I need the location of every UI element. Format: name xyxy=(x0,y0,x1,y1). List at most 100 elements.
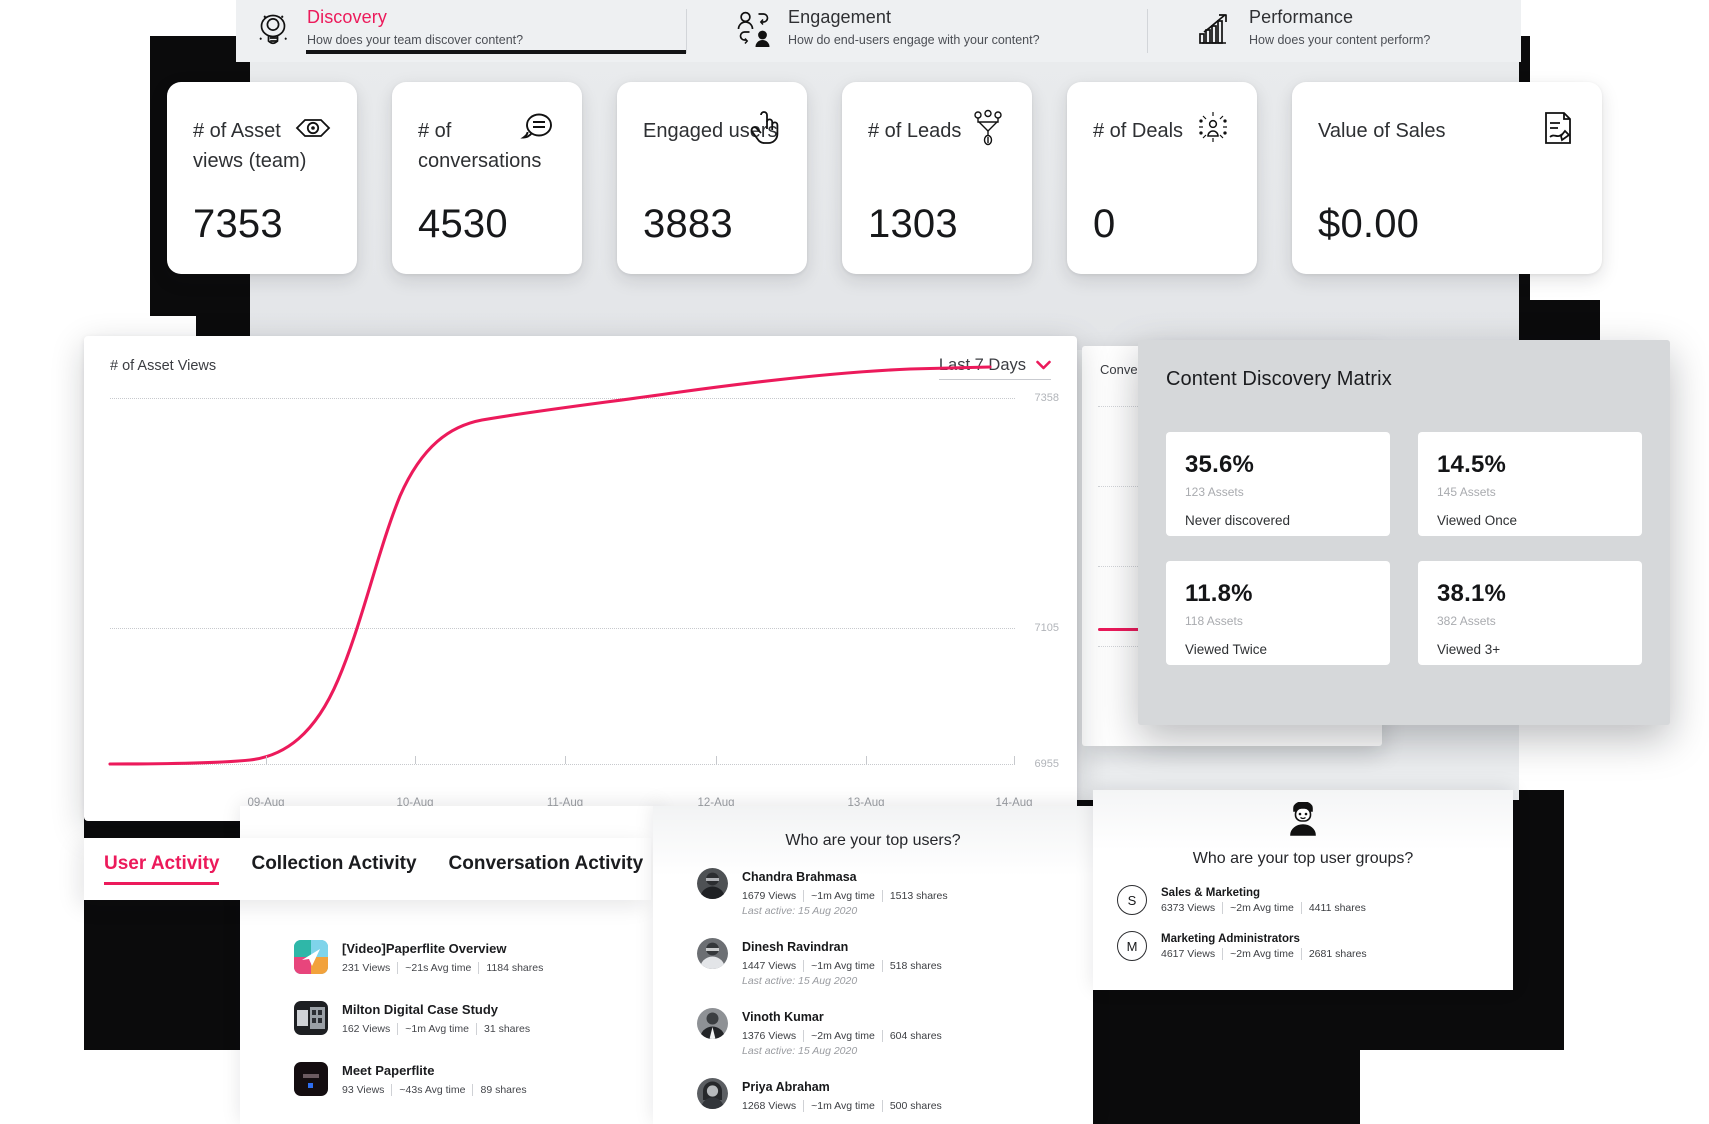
kpi-value: $0.00 xyxy=(1318,202,1420,246)
asset-views: 93 Views xyxy=(342,1084,385,1096)
user-name: Chandra Brahmasa xyxy=(742,870,857,884)
tab-engagement-subtitle: How do end-users engage with your conten… xyxy=(788,33,1040,47)
tab-conversation-activity[interactable]: Conversation Activity xyxy=(449,853,644,885)
asset-meta: 93 Views ~43s Avg time 89 shares xyxy=(342,1084,534,1096)
group-initial-badge: S xyxy=(1117,885,1147,915)
kpi-value: 4530 xyxy=(418,202,508,246)
kpi-card-engaged-users[interactable]: Engaged users 3883 xyxy=(617,82,807,274)
asset-shares: 1184 shares xyxy=(478,962,551,974)
matrix-cell-percent: 14.5% xyxy=(1437,451,1507,478)
content-discovery-matrix-panel: Content Discovery Matrix 35.6% 123 Asset… xyxy=(1138,340,1670,725)
user-avg-time: ~2m Avg time xyxy=(803,1030,882,1042)
user-views: 1268 Views xyxy=(742,1100,797,1112)
user-meta: 1268 Views ~1m Avg time 500 shares xyxy=(742,1100,949,1112)
kpi-card-row: # of Asset views (team) 7353 # of conver… xyxy=(0,82,1709,277)
tabbar-divider-1 xyxy=(686,9,687,53)
asset-activity-list: [Video]Paperflite Overview 231 Views ~21s… xyxy=(294,940,624,1123)
matrix-cell-viewed-3-plus[interactable]: 38.1% 382 Assets Viewed 3+ xyxy=(1418,561,1642,665)
matrix-cell-viewed-once[interactable]: 14.5% 145 Assets Viewed Once xyxy=(1418,432,1642,536)
kpi-card-deals[interactable]: # of Deals 0 xyxy=(1067,82,1257,274)
asset-avg-time: ~43s Avg time xyxy=(391,1084,473,1096)
tab-conversation-activity-label: Conversation Activity xyxy=(448,853,644,874)
user-avg-time: ~1m Avg time xyxy=(803,890,882,902)
avatar xyxy=(697,868,728,899)
matrix-cell-caption: Viewed Once xyxy=(1437,513,1518,528)
document-signed-icon xyxy=(1538,108,1578,148)
matrix-cell-assets: 118 Assets xyxy=(1185,614,1243,628)
tab-engagement[interactable]: Engagement How do end-users engage with … xyxy=(717,0,1147,62)
user-last-active: Last active: 15 Aug 2020 xyxy=(742,905,858,917)
chevron-down-icon xyxy=(1036,357,1051,375)
chart-line-series xyxy=(108,365,992,766)
lightbulb-idea-icon xyxy=(252,8,294,50)
user-avg-time: ~1m Avg time xyxy=(803,960,882,972)
group-name: Marketing Administrators xyxy=(1161,932,1300,945)
chart-ytick-mid: 7105 xyxy=(1034,622,1059,634)
tab-performance[interactable]: Performance How does your content perfor… xyxy=(1178,0,1508,62)
tab-performance-subtitle: How does your content perform? xyxy=(1249,33,1431,47)
user-shares: 1513 shares xyxy=(881,890,955,902)
kpi-card-leads[interactable]: # of Leads 1303 xyxy=(842,82,1032,274)
user-shares: 604 shares xyxy=(881,1030,949,1042)
chart-xtick-mark xyxy=(716,756,717,764)
asset-views-chart-card: # of Asset Views Last 7 Days 7358 7105 6… xyxy=(84,336,1077,821)
tab-discovery-label: Discovery xyxy=(307,7,387,27)
tab-discovery[interactable]: Discovery How does your team discover co… xyxy=(236,0,686,62)
tab-user-activity[interactable]: User Activity xyxy=(104,853,220,885)
asset-meta: 162 Views ~1m Avg time 31 shares xyxy=(342,1023,538,1035)
user-shares: 518 shares xyxy=(881,960,949,972)
user-views: 1376 Views xyxy=(742,1030,797,1042)
list-item[interactable]: Dinesh Ravindran 1447 Views ~1m Avg time 5… xyxy=(697,938,1069,987)
asset-avg-time: ~1m Avg time xyxy=(397,1023,476,1035)
eye-icon xyxy=(293,108,333,148)
asset-name: [Video]Paperflite Overview xyxy=(342,941,507,956)
tab-discovery-active-underline xyxy=(306,50,686,54)
matrix-cell-assets: 145 Assets xyxy=(1437,485,1496,499)
chart-xtick-mark xyxy=(415,756,416,764)
matrix-cell-viewed-twice[interactable]: 11.8% 118 Assets Viewed Twice xyxy=(1166,561,1390,665)
kpi-value: 1303 xyxy=(868,202,958,246)
chart-xtick-mark xyxy=(565,756,566,764)
kpi-card-conversations[interactable]: # of conversations 4530 xyxy=(392,82,582,274)
top-users-card: Who are your top users? Chandra Brahmasa… xyxy=(653,806,1093,1124)
user-views: 1679 Views xyxy=(742,890,797,902)
kpi-value: 3883 xyxy=(643,202,733,246)
list-item[interactable]: Priya Abraham 1268 Views ~1m Avg time 500 … xyxy=(697,1078,1069,1112)
asset-name: Milton Digital Case Study xyxy=(342,1002,499,1017)
list-item[interactable]: Milton Digital Case Study 162 Views ~1m A… xyxy=(294,1001,624,1035)
kpi-card-asset-views[interactable]: # of Asset views (team) 7353 xyxy=(167,82,357,274)
tabbar-divider-2 xyxy=(1147,9,1148,53)
kpi-card-value-of-sales[interactable]: Value of Sales $0.00 xyxy=(1292,82,1602,274)
list-item[interactable]: Chandra Brahmasa 1679 Views ~1m Avg time 1… xyxy=(697,868,1069,917)
group-shares: 2681 shares xyxy=(1300,947,1374,960)
group-initial-badge: M xyxy=(1117,931,1147,961)
group-meta: 4617 Views ~2m Avg time 2681 shares xyxy=(1161,947,1374,960)
user-shares: 500 shares xyxy=(881,1100,949,1112)
list-item[interactable]: S Sales & Marketing 6373 Views ~2m Avg ti… xyxy=(1117,885,1493,915)
matrix-cell-never-discovered[interactable]: 35.6% 123 Assets Never discovered xyxy=(1166,432,1390,536)
list-item[interactable]: [Video]Paperflite Overview 231 Views ~21s… xyxy=(294,940,624,974)
kpi-value: 0 xyxy=(1093,202,1116,246)
bar-chart-growth-icon xyxy=(1194,8,1236,50)
list-item[interactable]: Vinoth Kumar 1376 Views ~2m Avg time 604 s… xyxy=(697,1008,1069,1057)
user-last-active: Last active: 15 Aug 2020 xyxy=(742,975,858,987)
asset-shares: 89 shares xyxy=(472,1084,534,1096)
person-avatar-icon xyxy=(1093,801,1513,841)
asset-views: 162 Views xyxy=(342,1023,391,1035)
list-item[interactable]: Meet Paperflite 93 Views ~43s Avg time 89 … xyxy=(294,1062,624,1096)
chart-xtick-mark xyxy=(866,756,867,764)
asset-thumbnail-icon xyxy=(294,1001,328,1035)
top-users-list: Chandra Brahmasa 1679 Views ~1m Avg time 1… xyxy=(697,868,1069,1124)
asset-meta: 231 Views ~21s Avg time 1184 shares xyxy=(342,962,551,974)
avatar xyxy=(697,938,728,969)
tab-collection-activity[interactable]: Collection Activity xyxy=(251,853,416,885)
avatar xyxy=(697,1078,728,1109)
chart-xtick-mark xyxy=(1014,756,1015,764)
list-item[interactable]: M Marketing Administrators 4617 Views ~2m… xyxy=(1117,931,1493,961)
analytics-tabbar: Discovery How does your team discover co… xyxy=(236,0,1521,62)
user-name: Priya Abraham xyxy=(742,1080,830,1094)
asset-thumbnail-icon xyxy=(294,1062,328,1096)
asset-shares: 31 shares xyxy=(475,1023,538,1035)
hand-tap-icon xyxy=(743,108,783,148)
activity-tabs: User Activity Collection Activity Conver… xyxy=(84,838,651,900)
